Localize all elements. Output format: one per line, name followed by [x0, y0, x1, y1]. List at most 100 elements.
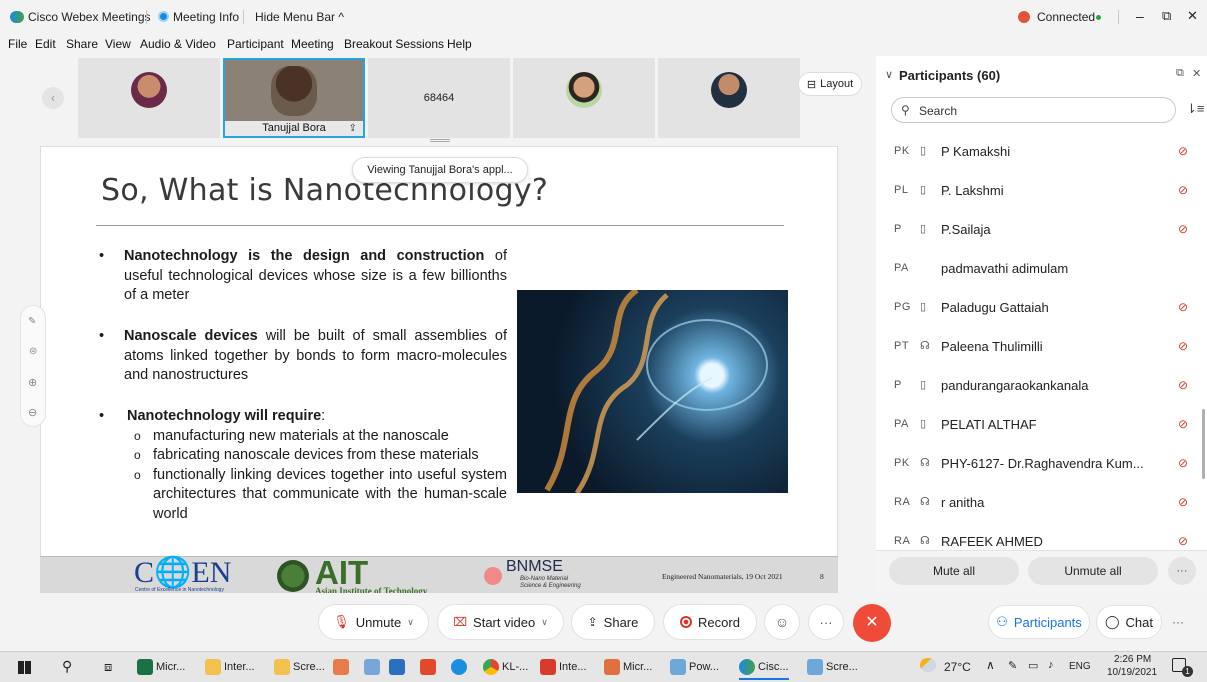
- video-tile[interactable]: [78, 58, 220, 138]
- zoom-in-icon[interactable]: ⊕: [28, 376, 37, 389]
- search-placeholder: Search: [919, 104, 958, 118]
- taskbar-app-chrome[interactable]: KL-...: [483, 659, 528, 675]
- menu-help[interactable]: Help: [447, 37, 472, 51]
- close-window-button[interactable]: ✕: [1187, 8, 1198, 24]
- start-video-button[interactable]: ⌧ Start video ∨: [437, 604, 564, 640]
- video-tile[interactable]: [513, 58, 655, 138]
- clock-date[interactable]: 10/19/2021: [1107, 667, 1157, 678]
- participant-row[interactable]: PK ▯ P Kamakshi ⊘: [876, 133, 1207, 172]
- muted-mic-icon[interactable]: ⊘: [1178, 495, 1188, 509]
- participant-name: RAFEEK AHMED: [941, 534, 1043, 549]
- smiley-icon: ☺: [774, 614, 790, 630]
- unmute-all-button[interactable]: Unmute all: [1028, 557, 1158, 585]
- windows-start-icon[interactable]: [18, 661, 31, 674]
- taskbar-app-webex[interactable]: Cisc...: [739, 659, 789, 680]
- participant-row[interactable]: RA ☊ r anitha ⊘: [876, 484, 1207, 523]
- video-tile-number[interactable]: 68464: [368, 58, 510, 138]
- muted-mic-icon[interactable]: ⊘: [1178, 300, 1188, 314]
- participant-row[interactable]: P ▯ P.Sailaja ⊘: [876, 211, 1207, 250]
- mail-icon[interactable]: [389, 659, 405, 675]
- muted-mic-icon[interactable]: ⊘: [1178, 378, 1188, 392]
- language-indicator[interactable]: ENG: [1069, 661, 1091, 672]
- muted-mic-icon[interactable]: ⊘: [1178, 144, 1188, 158]
- clock-time[interactable]: 2:26 PM: [1114, 654, 1151, 665]
- skype-icon[interactable]: [451, 659, 467, 675]
- network-icon[interactable]: ▭: [1028, 659, 1038, 672]
- sort-icon[interactable]: ⇂≡: [1186, 101, 1204, 117]
- app-icon[interactable]: [333, 659, 349, 675]
- collapse-chevron-icon[interactable]: ∨: [885, 68, 893, 81]
- taskbar-app-folder-2[interactable]: Scre...: [274, 659, 325, 675]
- menu-audio-video[interactable]: Audio & Video: [140, 37, 216, 51]
- video-tile[interactable]: [658, 58, 800, 138]
- taskbar-app-screen[interactable]: Scre...: [807, 659, 858, 675]
- reactions-button[interactable]: ☺: [764, 604, 800, 640]
- participant-search[interactable]: ⚲ Search: [891, 97, 1176, 123]
- share-button[interactable]: ⇪ Share: [571, 604, 655, 640]
- participant-row[interactable]: PK ☊ PHY-6127- Dr.Raghavendra Kum... ⊘: [876, 445, 1207, 484]
- menu-file[interactable]: File: [8, 37, 27, 51]
- task-view-icon[interactable]: ⧈: [104, 659, 112, 675]
- participant-row[interactable]: PG ▯ Paladugu Gattaiah ⊘: [876, 289, 1207, 328]
- restore-button[interactable]: ⧉: [1162, 8, 1171, 24]
- meeting-info-button[interactable]: Meeting Info: [173, 10, 239, 24]
- strip-resize-handle[interactable]: [430, 139, 450, 142]
- layout-button[interactable]: ⊟ Layout: [798, 72, 862, 96]
- chat-button[interactable]: ◯ Chat: [1096, 605, 1162, 639]
- close-panel-icon[interactable]: ✕: [1192, 67, 1201, 80]
- connected-status[interactable]: Connected: [1037, 10, 1095, 24]
- zoom-out-icon[interactable]: ⊖: [28, 406, 37, 419]
- nanotech-dna-image: [517, 290, 788, 493]
- search-icon[interactable]: ⚲: [62, 658, 72, 675]
- panel-more-button[interactable]: ···: [1168, 557, 1196, 585]
- participant-name: P.Sailaja: [941, 222, 991, 237]
- muted-mic-icon[interactable]: ⊘: [1178, 339, 1188, 353]
- record-button[interactable]: Record: [663, 604, 757, 640]
- annotate-icon[interactable]: ✎: [28, 316, 36, 327]
- muted-mic-icon[interactable]: ⊘: [1178, 183, 1188, 197]
- menu-view[interactable]: View: [105, 37, 131, 51]
- menu-breakout-sessions[interactable]: Breakout Sessions: [344, 37, 444, 51]
- mute-all-button[interactable]: Mute all: [889, 557, 1019, 585]
- volume-icon[interactable]: ♪: [1048, 659, 1054, 671]
- participant-row[interactable]: PT ☊ Paleena Thulimilli ⊘: [876, 328, 1207, 367]
- panel-scrollbar[interactable]: [1202, 409, 1205, 479]
- muted-mic-icon[interactable]: ⊘: [1178, 222, 1188, 236]
- participant-row[interactable]: PA padmavathi adimulam: [876, 250, 1207, 289]
- minimize-button[interactable]: –: [1136, 8, 1144, 24]
- participant-row[interactable]: PA ▯ PELATI ALTHAF ⊘: [876, 406, 1207, 445]
- snip-icon[interactable]: [364, 659, 380, 675]
- active-speaker-tile[interactable]: Tanujjal Bora ⇪: [223, 58, 365, 138]
- participant-row[interactable]: PL ▯ P. Lakshmi ⊘: [876, 172, 1207, 211]
- participant-row[interactable]: RA ☊ RAFEEK AHMED ⊘: [876, 523, 1207, 549]
- pen-icon[interactable]: ✎: [1008, 659, 1017, 672]
- taskbar-app-powerpoint[interactable]: Pow...: [670, 659, 719, 675]
- menu-participant[interactable]: Participant: [227, 37, 284, 51]
- taskbar-app-excel[interactable]: Micr...: [137, 659, 185, 675]
- menu-share[interactable]: Share: [66, 37, 98, 51]
- muted-mic-icon[interactable]: ⊘: [1178, 534, 1188, 548]
- title-rule: [96, 225, 784, 226]
- participants-button[interactable]: ⚇ Participants: [988, 605, 1090, 639]
- menu-meeting[interactable]: Meeting: [291, 37, 334, 51]
- more-panels-button[interactable]: ···: [1172, 615, 1184, 629]
- taskbar-app-pdf[interactable]: Inte...: [540, 659, 587, 675]
- more-options-button[interactable]: ···: [808, 604, 844, 640]
- muted-mic-icon[interactable]: ⊘: [1178, 417, 1188, 431]
- participant-row[interactable]: P ▯ pandurangaraokankanala ⊘: [876, 367, 1207, 406]
- slide-footer: C🌐EN Centre of Excellence in Nanotechnol…: [40, 554, 838, 596]
- weather-temp[interactable]: 27°C: [944, 660, 971, 674]
- participants-panel-title: Participants (60): [899, 68, 1001, 83]
- hide-menu-bar-button[interactable]: Hide Menu Bar ^: [255, 10, 344, 24]
- menu-edit[interactable]: Edit: [35, 37, 56, 51]
- taskbar-app-office[interactable]: Micr...: [604, 659, 652, 675]
- tray-chevron-up-icon[interactable]: ∧: [986, 658, 995, 672]
- unmute-button[interactable]: 🎙︎ Unmute ∨: [318, 604, 429, 640]
- end-meeting-button[interactable]: ✕: [853, 604, 891, 642]
- remote-control-icon[interactable]: ⊜: [29, 346, 37, 357]
- muted-mic-icon[interactable]: ⊘: [1178, 456, 1188, 470]
- taskbar-app-folder[interactable]: Inter...: [205, 659, 255, 675]
- strip-prev-button[interactable]: ‹: [42, 87, 64, 109]
- office-icon[interactable]: [420, 659, 436, 675]
- popout-icon[interactable]: ⧉: [1176, 67, 1184, 80]
